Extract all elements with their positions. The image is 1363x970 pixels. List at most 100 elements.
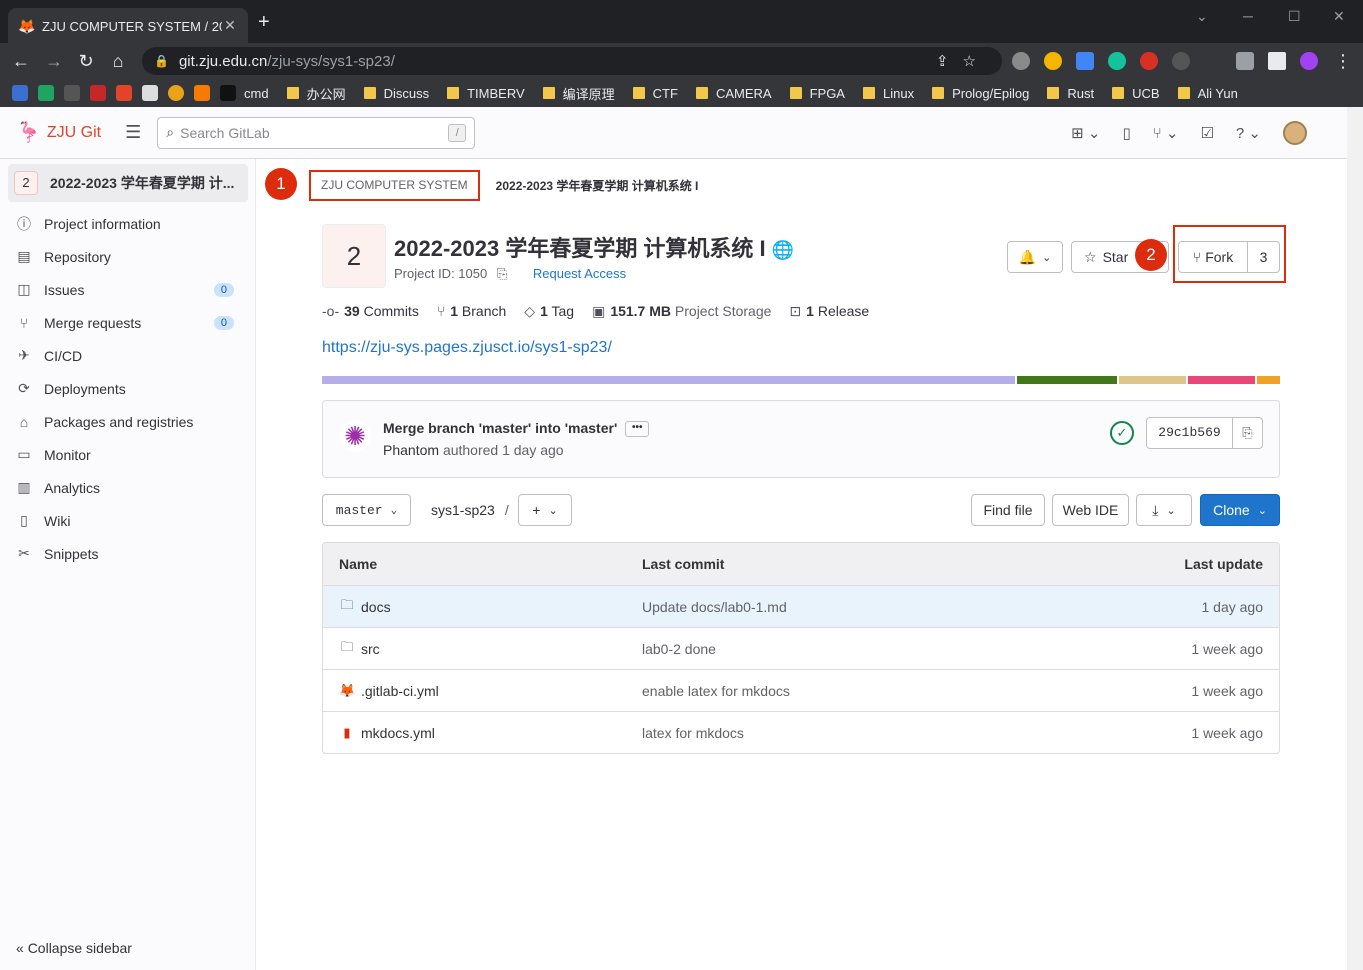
sidebar-item-project-information[interactable]: ⓘ Project information <box>16 207 240 240</box>
sidebar-item-wiki[interactable]: ▯ Wiki <box>16 504 240 537</box>
browser-tab[interactable]: 🦊 ZJU COMPUTER SYSTEM / 2022-2023 学年春夏学期… <box>8 8 248 43</box>
file-name[interactable]: .gitlab-ci.yml <box>361 683 439 699</box>
brand-logo[interactable]: 🦩 ZJU Git <box>16 120 101 145</box>
maximize-icon[interactable]: ☐ <box>1288 8 1301 25</box>
add-file-dropdown[interactable]: + ⌄ <box>518 494 572 526</box>
bookmark-icon[interactable] <box>168 85 184 101</box>
language-segment[interactable] <box>1119 376 1186 384</box>
bookmark-folder[interactable]: CTF <box>632 86 678 101</box>
drive-icon[interactable] <box>38 85 54 101</box>
bookmark-folder[interactable]: 编译原理 <box>542 84 615 103</box>
sidebar-item-packages[interactable]: ⌂ Packages and registries <box>16 405 240 438</box>
sidebar-item-repository[interactable]: ▤ Repository <box>16 240 240 273</box>
reload-icon[interactable]: ↻ <box>75 50 97 72</box>
collapse-sidebar-button[interactable]: « Collapse sidebar <box>16 940 132 956</box>
puzzle-icon[interactable] <box>1236 52 1254 70</box>
sidepanel-icon[interactable] <box>1268 52 1286 70</box>
extension-icon[interactable] <box>1012 52 1030 70</box>
bookmark-icon[interactable] <box>90 85 106 101</box>
bookmark-icon[interactable] <box>142 85 158 101</box>
extension-icon[interactable] <box>1044 52 1062 70</box>
bookmark-folder[interactable]: 办公网 <box>286 84 346 103</box>
sidebar-item-deployments[interactable]: ⟳ Deployments <box>16 372 240 405</box>
bookmark-icon[interactable] <box>194 85 210 101</box>
tags-link[interactable]: ◇ 1 Tag <box>524 303 574 320</box>
fork-button[interactable]: ⑂ Fork 3 <box>1178 241 1280 273</box>
bookmark-folder[interactable]: UCB <box>1112 86 1160 101</box>
todo-icon[interactable]: ☑ <box>1200 124 1213 142</box>
bookmark-folder[interactable]: TIMBERV <box>447 86 525 101</box>
chevron-down-icon[interactable]: ⌄ <box>1196 8 1208 25</box>
file-name[interactable]: src <box>361 641 380 657</box>
pages-url-link[interactable]: https://zju-sys.pages.zjusct.io/sys1-sp2… <box>322 339 612 357</box>
notification-dropdown[interactable]: 🔔 ⌄ <box>1007 241 1063 273</box>
sidebar-item-issues[interactable]: ◫ Issues 0 <box>16 273 240 306</box>
commit-author-avatar[interactable]: ✺ <box>339 420 371 452</box>
bookmark-folder[interactable]: Linux <box>862 86 914 101</box>
sidebar-item-merge-requests[interactable]: ⑂ Merge requests 0 <box>16 306 240 339</box>
issues-icon[interactable]: ▯ <box>1122 124 1130 142</box>
hamburger-menu-icon[interactable]: ☰ <box>125 122 141 143</box>
share-star-icons[interactable]: ⇪☆ <box>936 52 990 70</box>
clone-dropdown[interactable]: Clone ⌄ <box>1200 494 1280 526</box>
file-last-commit[interactable]: latex for mkdocs <box>642 725 1029 741</box>
new-tab-icon[interactable]: + <box>258 12 270 32</box>
sidebar-project-header[interactable]: 2 2022-2023 学年春夏学期 计... <box>8 164 248 202</box>
find-file-button[interactable]: Find file <box>971 494 1045 526</box>
table-row[interactable]: 🦊 .gitlab-ci.yml enable latex for mkdocs … <box>323 669 1279 711</box>
close-window-icon[interactable]: ✕ <box>1333 8 1345 25</box>
minimize-icon[interactable]: ─ <box>1243 8 1253 24</box>
gitlab-icon[interactable] <box>116 85 132 101</box>
help-icon[interactable]: ? ⌄ <box>1236 124 1261 142</box>
github-icon[interactable] <box>64 85 80 101</box>
close-tab-icon[interactable]: ✕ <box>222 17 238 34</box>
sidebar-item-monitor[interactable]: ▭ Monitor <box>16 438 240 471</box>
copy-icon[interactable]: ⎘ <box>497 266 507 281</box>
back-icon[interactable]: ← <box>10 50 32 72</box>
bookmark-icon[interactable] <box>12 85 28 101</box>
sidebar-item-cicd[interactable]: ✈ CI/CD <box>16 339 240 372</box>
sidebar-item-snippets[interactable]: ✂ Snippets <box>16 537 240 570</box>
branches-link[interactable]: ⑂ 1 Branch <box>437 303 506 320</box>
copy-icon[interactable]: ⎘ <box>1232 418 1262 448</box>
grammarly-icon[interactable] <box>1108 52 1126 70</box>
bookmark-folder[interactable]: Ali Yun <box>1177 86 1238 101</box>
menu-dots-icon[interactable]: ⋮ <box>1332 50 1354 72</box>
address-bar[interactable]: 🔒 git.zju.edu.cn /zju-sys/sys1-sp23/ ⇪☆ <box>142 47 1002 75</box>
language-segment[interactable] <box>1257 376 1280 384</box>
commits-link[interactable]: -o- 39 Commits <box>322 303 419 320</box>
request-access-link[interactable]: Request Access <box>533 266 626 281</box>
home-icon[interactable]: ⌂ <box>107 50 129 72</box>
download-dropdown[interactable]: ⤓ ⌄ <box>1136 494 1192 526</box>
search-input[interactable]: ⌕ Search GitLab / <box>157 116 476 149</box>
breadcrumb-group-link[interactable]: ZJU COMPUTER SYSTEM <box>309 170 480 201</box>
language-segment[interactable] <box>1188 376 1255 384</box>
table-row[interactable]: 🗀 src lab0-2 done 1 week ago <box>323 627 1279 669</box>
sidebar-item-analytics[interactable]: ▥ Analytics <box>16 471 240 504</box>
user-avatar[interactable] <box>1283 121 1307 145</box>
bookmark-folder[interactable]: Prolog/Epilog <box>932 86 1029 101</box>
file-name[interactable]: mkdocs.yml <box>361 725 435 741</box>
web-ide-button[interactable]: Web IDE <box>1052 494 1129 526</box>
fork-action[interactable]: ⑂ Fork <box>1179 249 1247 265</box>
file-last-commit[interactable]: enable latex for mkdocs <box>642 683 1029 699</box>
pipeline-passed-icon[interactable]: ✓ <box>1110 421 1134 445</box>
forward-icon[interactable]: → <box>43 50 65 72</box>
extension-icon[interactable] <box>1076 52 1094 70</box>
bookmark-folder[interactable]: Rust <box>1047 86 1094 101</box>
releases-link[interactable]: ⊡ 1 Release <box>789 303 869 320</box>
repo-path-link[interactable]: sys1-sp23 <box>431 502 495 518</box>
bookmark-cmd[interactable]: cmd <box>220 85 269 101</box>
file-last-commit[interactable]: lab0-2 done <box>642 641 1029 657</box>
bookmark-folder[interactable]: CAMERA <box>695 86 772 101</box>
table-row[interactable]: 🗀 docs Update docs/lab0-1.md 1 day ago <box>323 585 1279 627</box>
commit-sha[interactable]: 29c1b569 <box>1147 418 1232 448</box>
bookmark-folder[interactable]: Discuss <box>363 86 429 101</box>
extension-icon[interactable] <box>1172 52 1190 70</box>
page-scrollbar[interactable] <box>1347 107 1363 970</box>
language-segment[interactable] <box>1017 376 1117 384</box>
commit-author[interactable]: Phantom <box>383 442 439 458</box>
table-row[interactable]: ▮ mkdocs.yml latex for mkdocs 1 week ago <box>323 711 1279 753</box>
fork-count[interactable]: 3 <box>1247 242 1279 272</box>
adblock-icon[interactable] <box>1140 52 1158 70</box>
